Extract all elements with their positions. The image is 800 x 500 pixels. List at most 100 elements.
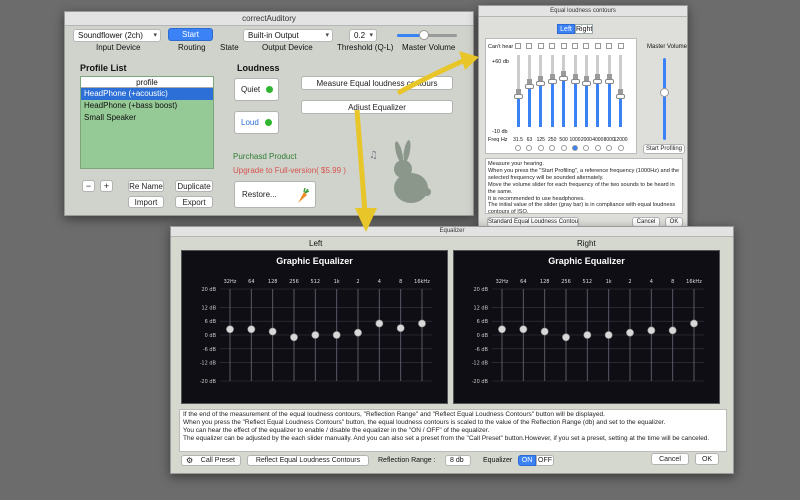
- eq-band-knob[interactable]: [604, 331, 613, 339]
- eq-freq-tick: 256: [289, 279, 299, 285]
- eq-band-knob[interactable]: [626, 328, 634, 337]
- eq-band-knob[interactable]: [668, 326, 677, 335]
- cant-hear-checkbox[interactable]: [526, 43, 533, 49]
- eql-slider-knob[interactable]: [547, 79, 557, 85]
- eq-band-knob[interactable]: [375, 319, 384, 328]
- eql-master-volume-knob[interactable]: [660, 88, 669, 97]
- left-eq-plot[interactable]: 20 dB 12 dB 6 dB 0 dB -6 dB -12 dB -20 dB 32Hz 6…: [182, 251, 449, 405]
- eq-band-knob[interactable]: [396, 324, 405, 332]
- eq-band-knob[interactable]: [519, 325, 528, 334]
- eq-band-knob[interactable]: [226, 325, 234, 334]
- cant-hear-checkbox[interactable]: [549, 43, 556, 49]
- cant-hear-checkbox[interactable]: [560, 43, 567, 49]
- duplicate-button[interactable]: Duplicate: [175, 180, 213, 192]
- master-volume-slider[interactable]: [397, 30, 457, 40]
- eq-freq-tick: 512: [583, 279, 593, 285]
- eql-slider-knob[interactable]: [513, 93, 523, 99]
- eql-slider-knob[interactable]: [524, 83, 534, 89]
- threshold-select[interactable]: 0.2 ▾: [349, 29, 377, 42]
- eql-slider-knob[interactable]: [570, 79, 580, 85]
- eq-band-knob[interactable]: [540, 327, 549, 336]
- eq-band-knob[interactable]: [498, 325, 506, 334]
- rename-button[interactable]: Re Name: [128, 180, 164, 192]
- eql-frequency-slider[interactable]: [513, 55, 523, 127]
- cant-hear-checkbox[interactable]: [617, 43, 624, 49]
- eql-frequency-slider[interactable]: [616, 55, 626, 127]
- equalizer-on-toggle[interactable]: ON: [518, 455, 536, 466]
- eql-play-radio[interactable]: [583, 145, 590, 151]
- right-eq-plot[interactable]: 20 dB 12 dB 6 dB 0 dB -6 dB -12 dB -20 dB 32Hz 6…: [454, 251, 721, 405]
- right-graphic-equalizer[interactable]: Graphic Equalizer 20 dB 12 dB 6 dB 0 dB -6 d…: [453, 250, 720, 404]
- input-device-select[interactable]: Soundflower (2ch) ▾: [73, 29, 161, 42]
- eql-play-radio[interactable]: [560, 145, 567, 151]
- call-preset-button[interactable]: ⚙ Call Preset: [181, 455, 241, 466]
- profile-row[interactable]: HeadPhone (+bass boost): [81, 100, 213, 112]
- quiet-button[interactable]: Quiet: [234, 78, 279, 101]
- master-volume-knob[interactable]: [419, 30, 429, 40]
- left-graphic-equalizer[interactable]: Graphic Equalizer 20 dB 12 dB 6 dB 0 dB -6 d…: [181, 250, 448, 404]
- cant-hear-checkbox[interactable]: [537, 43, 544, 49]
- add-profile-button[interactable]: +: [100, 180, 113, 192]
- eql-play-radio[interactable]: [594, 145, 601, 151]
- eq-band-knob[interactable]: [583, 331, 592, 339]
- eql-play-radio[interactable]: [515, 145, 521, 151]
- eq-band-knob[interactable]: [268, 327, 277, 336]
- eql-slider-knob[interactable]: [581, 80, 591, 86]
- eq-band-knob[interactable]: [290, 333, 298, 342]
- eq-band-knob[interactable]: [690, 319, 698, 328]
- tab-left[interactable]: Left: [557, 24, 575, 34]
- eq-ok-button[interactable]: OK: [695, 453, 719, 465]
- cant-hear-checkbox[interactable]: [606, 43, 613, 49]
- profile-row[interactable]: HeadPhone (+acoustic): [81, 88, 213, 100]
- eq-band-knob[interactable]: [354, 328, 362, 337]
- cant-hear-checkbox[interactable]: [583, 43, 590, 49]
- eq-band-knob[interactable]: [647, 326, 656, 335]
- import-button[interactable]: Import: [128, 196, 164, 208]
- reflection-range-select[interactable]: 8 db: [445, 455, 471, 466]
- eql-master-volume-slider[interactable]: [660, 58, 669, 140]
- eql-frequency-slider[interactable]: [536, 55, 546, 127]
- eql-play-radio[interactable]: [606, 145, 613, 151]
- reflect-contours-button[interactable]: Reflect Equal Loudness Contours: [247, 455, 369, 466]
- eq-band-knob[interactable]: [311, 331, 320, 339]
- eq-band-knob[interactable]: [247, 325, 256, 334]
- remove-profile-button[interactable]: −: [82, 180, 95, 192]
- eql-frequency-slider[interactable]: [547, 55, 557, 127]
- eql-slider-knob[interactable]: [593, 79, 603, 85]
- start-button[interactable]: Start: [168, 28, 213, 41]
- export-button[interactable]: Export: [175, 196, 213, 208]
- eql-slider-knob[interactable]: [616, 93, 626, 99]
- equalizer-off-toggle[interactable]: OFF: [536, 455, 554, 466]
- eq-freq-tick: 2: [356, 279, 359, 285]
- eql-frequency-slider[interactable]: [593, 55, 603, 127]
- eq-band-knob[interactable]: [562, 333, 570, 342]
- loud-button[interactable]: Loud: [234, 111, 279, 134]
- eql-play-radio[interactable]: [572, 145, 578, 151]
- cant-hear-checkbox[interactable]: [572, 43, 578, 49]
- eql-slider-knob[interactable]: [559, 76, 569, 82]
- eql-frequency-slider[interactable]: [570, 55, 580, 127]
- eql-frequency-slider[interactable]: [559, 55, 569, 127]
- eql-play-radio[interactable]: [526, 145, 533, 151]
- cant-hear-checkbox[interactable]: [594, 43, 601, 49]
- eql-frequency-slider[interactable]: [524, 55, 534, 127]
- eql-play-radio[interactable]: [617, 145, 624, 151]
- upgrade-link[interactable]: Upgrade to Full-version( $5.99 ): [233, 166, 346, 175]
- eql-play-radio[interactable]: [549, 145, 556, 151]
- tab-right[interactable]: Right: [575, 24, 593, 34]
- restore-button[interactable]: Restore...: [234, 181, 316, 208]
- eql-play-radio[interactable]: [537, 145, 544, 151]
- eql-slider-knob[interactable]: [604, 79, 614, 85]
- eql-frequency-slider[interactable]: [604, 55, 614, 127]
- eq-band-knob[interactable]: [332, 331, 341, 339]
- eq-cancel-button[interactable]: Cancel: [651, 453, 689, 465]
- eql-slider-knob[interactable]: [536, 80, 546, 86]
- cant-hear-checkbox[interactable]: [515, 43, 521, 49]
- eq-band-knob[interactable]: [418, 319, 426, 328]
- profile-list[interactable]: profile HeadPhone (+acoustic) HeadPhone (…: [80, 76, 214, 169]
- start-profiling-button[interactable]: Start Profiling: [643, 144, 685, 154]
- input-device-value: Soundflower (2ch): [78, 31, 143, 40]
- output-device-select[interactable]: Built-in Output ▾: [243, 29, 333, 42]
- eql-frequency-slider[interactable]: [581, 55, 591, 127]
- profile-row[interactable]: Small Speaker: [81, 112, 213, 124]
